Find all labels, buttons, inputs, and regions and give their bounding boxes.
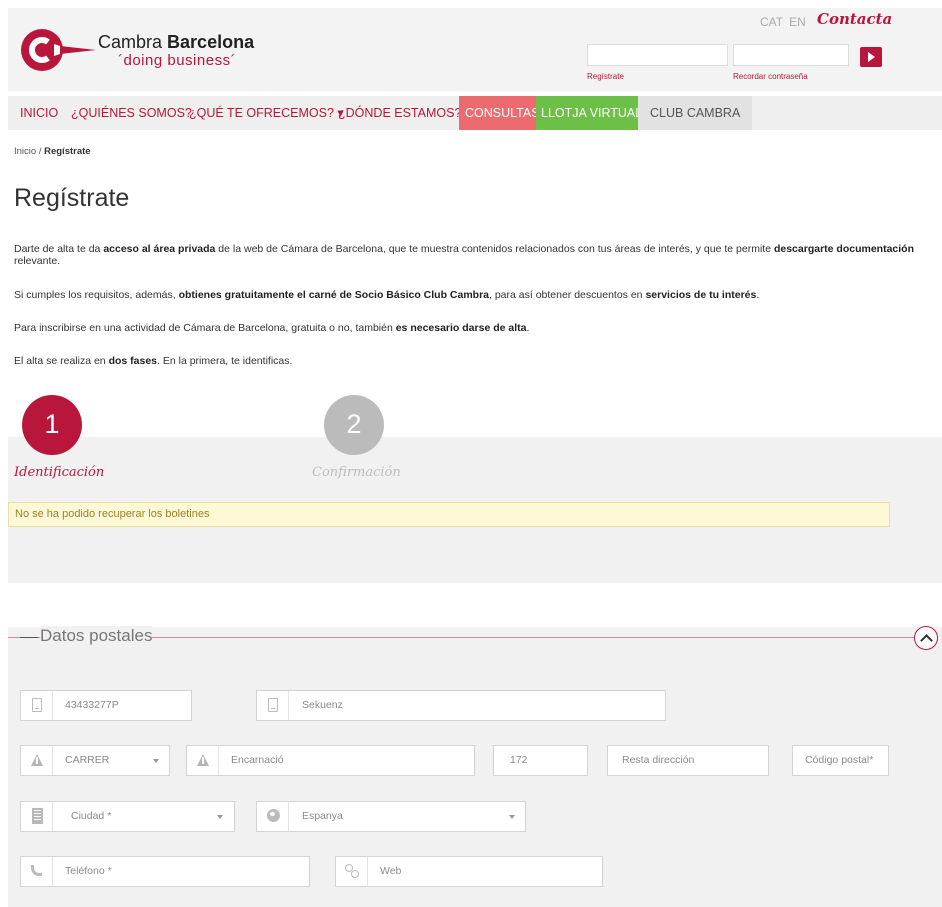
nav-quienes-somos[interactable]: ¿QUIÉNES SOMOS?: [71, 96, 192, 130]
country-select[interactable]: Espanya: [256, 801, 526, 832]
lang-en-link[interactable]: EN: [789, 15, 806, 29]
document-icon: [257, 691, 289, 720]
section-dash: [20, 637, 38, 638]
street-field[interactable]: Encarnació: [186, 745, 475, 776]
lang-cat-link[interactable]: CAT: [760, 15, 783, 29]
collapse-button[interactable]: [914, 626, 938, 650]
road-icon: [187, 746, 219, 775]
phone-icon: [21, 857, 53, 886]
step-1-badge: 1: [22, 395, 82, 455]
breadcrumb-home[interactable]: Inicio: [14, 146, 36, 157]
intro-paragraph-3: Para inscribirse en una actividad de Cám…: [14, 322, 530, 334]
link-icon: [336, 857, 368, 886]
chevron-down-icon: [153, 759, 159, 763]
step-2-label: Confirmación: [312, 465, 401, 480]
nav-llotja-virtual[interactable]: LLOTJA VIRTUAL: [536, 96, 648, 130]
nav-consultas[interactable]: CONSULTAS: [459, 96, 546, 130]
postal-code-field[interactable]: Código postal*: [792, 745, 889, 776]
nav-inicio[interactable]: INICIO: [20, 96, 58, 130]
login-password-input[interactable]: [733, 44, 849, 66]
web-field[interactable]: Web: [335, 856, 603, 887]
globe-icon: [257, 802, 289, 831]
street-number-field[interactable]: 172: [493, 745, 588, 776]
breadcrumb: Inicio / Regístrate: [14, 146, 91, 157]
chevron-down-icon: [509, 815, 515, 819]
section-title: Datos postales: [40, 626, 153, 646]
road-icon: [21, 746, 53, 775]
step-1-label: Identificación: [14, 465, 105, 480]
company-field[interactable]: Sekuenz: [256, 690, 666, 721]
intro-paragraph-2: Si cumples los requisitos, además, obtie…: [14, 289, 760, 301]
logo-name: Cambra Barcelona: [98, 32, 255, 52]
logo-tagline: ´doing business´: [118, 52, 237, 69]
contact-link[interactable]: Contacta: [817, 10, 892, 28]
register-link[interactable]: Regístrate: [587, 72, 624, 81]
breadcrumb-current: Regístrate: [44, 146, 91, 157]
warning-message: No se ha podido recuperar los boletines: [8, 502, 890, 527]
intro-paragraph-1: Darte de alta te da acceso al área priva…: [14, 243, 915, 267]
login-submit-button[interactable]: [860, 47, 882, 67]
main-nav: INICIO ¿QUIÉNES SOMOS? ¿QUÉ TE OFRECEMOS…: [8, 96, 942, 130]
city-select[interactable]: Ciudad *: [20, 801, 235, 832]
nav-donde-estamos[interactable]: ¿DÓNDE ESTAMOS?: [338, 96, 461, 130]
intro-paragraph-4: El alta se realiza en dos fases. En la p…: [14, 355, 293, 367]
building-icon: [21, 802, 53, 831]
page-title: Regístrate: [14, 184, 130, 212]
address-rest-field[interactable]: Resta dirección: [607, 745, 769, 776]
nav-que-te-ofrecemos[interactable]: ¿QUÉ TE OFRECEMOS? ▾: [189, 96, 344, 130]
login-user-input[interactable]: [587, 44, 728, 66]
nav-club-cambra[interactable]: CLUB CAMBRA: [638, 96, 753, 130]
chevron-down-icon: [217, 815, 223, 819]
street-type-select[interactable]: CARRER: [20, 745, 170, 776]
recover-password-link[interactable]: Recordar contraseña: [733, 72, 808, 81]
nif-field[interactable]: 43433277P: [20, 690, 192, 721]
site-header: Cambra Barcelona ´doing business´ CAT EN …: [8, 8, 942, 91]
cambra-barcelona-logo[interactable]: Cambra Barcelona ´doing business´: [20, 28, 260, 78]
language-switch: CAT EN: [760, 15, 812, 29]
document-icon: [21, 691, 53, 720]
step-2-badge: 2: [324, 395, 384, 455]
logo-mark-icon: [21, 29, 96, 71]
phone-field[interactable]: Teléfono *: [20, 856, 310, 887]
